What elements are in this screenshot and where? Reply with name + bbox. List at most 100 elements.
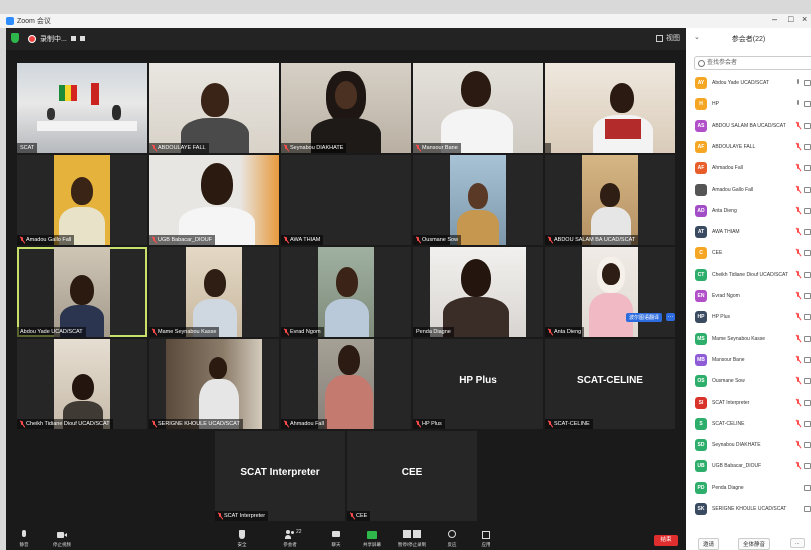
video-tile[interactable]: Seynabou DIAKHATE	[281, 63, 411, 153]
video-tile[interactable]: UGB Babacar_DIOUF	[149, 155, 279, 245]
video-tile[interactable]: SCAT Interpreter SCAT Interpreter	[215, 431, 345, 521]
video-tile[interactable]: ABDOULAYE FALL	[149, 63, 279, 153]
video-camera-icon[interactable]	[804, 229, 811, 236]
video-camera-icon[interactable]	[804, 186, 811, 193]
video-tile[interactable]: Ousmane Sow	[413, 155, 543, 245]
video-tile[interactable]: ABDOU SALAM BA UCAD/SCAT	[545, 155, 675, 245]
mic-icon[interactable]	[796, 79, 801, 87]
participant-row[interactable]: Amadou Gallo Fall	[686, 181, 811, 199]
muted-mic-icon[interactable]	[796, 164, 801, 172]
reactions-button[interactable]: 反应	[434, 530, 470, 548]
mic-icon[interactable]	[796, 100, 801, 108]
video-camera-icon[interactable]	[804, 207, 811, 214]
security-shield-icon[interactable]	[11, 33, 19, 43]
video-tile[interactable]: HP Plus HP Plus	[413, 339, 543, 429]
video-tile[interactable]: SCAT	[17, 63, 147, 153]
chat-button[interactable]: 聊天	[318, 530, 354, 548]
video-tile[interactable]: Amadou Gallo Fall	[17, 155, 147, 245]
muted-mic-icon[interactable]	[796, 249, 801, 257]
muted-mic-icon[interactable]	[796, 334, 801, 343]
video-camera-icon[interactable]	[804, 143, 811, 150]
participant-row[interactable]: CT Cheikh Tidiane Diouf UCAD/SCAT	[686, 266, 811, 284]
muted-mic-icon[interactable]	[796, 121, 801, 130]
mute-button[interactable]: 静音	[6, 530, 42, 548]
stop-recording-icon[interactable]	[79, 36, 85, 41]
video-camera-icon[interactable]	[804, 506, 811, 512]
video-camera-icon[interactable]	[804, 484, 811, 491]
muted-mic-icon[interactable]	[796, 270, 801, 279]
video-tile[interactable]: SERIGNE KHOULE UCAD/SCAT	[149, 339, 279, 429]
video-camera-icon[interactable]	[804, 378, 811, 385]
participant-row[interactable]: AD Anta Dieng	[686, 202, 811, 220]
video-tile[interactable]: Mame Seynabou Kasse	[149, 247, 279, 337]
stop-video-button[interactable]: 停止视频	[44, 530, 80, 548]
participant-row[interactable]: AT AWA THIAM	[686, 223, 811, 241]
video-camera-icon[interactable]	[804, 101, 811, 108]
participant-row[interactable]: AS ABDOU SALAM BA UCAD/SCAT	[686, 117, 811, 135]
muted-mic-icon[interactable]	[796, 142, 801, 151]
participant-row[interactable]: H HP	[686, 95, 811, 113]
video-camera-icon[interactable]	[804, 442, 811, 449]
participant-row[interactable]: SK SERIGNE KHOULE UCAD/SCAT	[686, 500, 811, 518]
video-camera-icon[interactable]	[804, 271, 811, 278]
pause-recording-icon[interactable]	[70, 36, 76, 41]
muted-mic-icon[interactable]	[796, 377, 801, 385]
minimize-button[interactable]: –	[772, 14, 777, 24]
participant-row[interactable]: AF ABDOULAYE FALL	[686, 138, 811, 156]
video-tile[interactable]: Evrad Ngom	[281, 247, 411, 337]
video-camera-icon[interactable]	[804, 122, 811, 129]
participant-row[interactable]: UB UGB Babacar_DIOUF	[686, 457, 811, 475]
video-tile[interactable]: Penda Diagne	[413, 247, 543, 337]
participant-row[interactable]: MB Mansour Bane	[686, 351, 811, 369]
video-tile[interactable]	[545, 63, 675, 153]
share-screen-button[interactable]: 共享屏幕	[354, 530, 390, 548]
video-camera-icon[interactable]	[804, 250, 811, 257]
view-button[interactable]: 视图	[656, 33, 680, 43]
participant-search-input[interactable]: 查找参会者	[694, 56, 811, 70]
muted-mic-icon[interactable]	[796, 185, 801, 194]
video-tile[interactable]: Mansour Bane	[413, 63, 543, 153]
video-tile[interactable]: Cheikh Tidiane Diouf UCAD/SCAT	[17, 339, 147, 429]
participants-button[interactable]: 22 参会者	[272, 529, 308, 548]
muted-mic-icon[interactable]	[796, 398, 801, 407]
muted-mic-icon[interactable]	[796, 206, 801, 215]
video-camera-icon[interactable]	[804, 314, 811, 321]
recording-controls-button[interactable]: 暂停/停止录制	[394, 530, 430, 548]
video-tile[interactable]: SCAT-CELINE SCAT-CELINE	[545, 339, 675, 429]
mute-all-button[interactable]: 全体静音	[738, 538, 771, 550]
participant-row[interactable]: HP HP Plus	[686, 308, 811, 326]
apps-button[interactable]: 应用	[468, 530, 504, 548]
muted-mic-icon[interactable]	[796, 313, 801, 321]
video-camera-icon[interactable]	[804, 335, 811, 342]
participant-row[interactable]: C CEE	[686, 244, 811, 262]
video-tile[interactable]: Anta Dieng	[545, 247, 675, 337]
video-camera-icon[interactable]	[804, 165, 811, 172]
more-icon[interactable]: …	[666, 313, 675, 321]
participant-row[interactable]: EN Evrad Ngom	[686, 287, 811, 305]
close-button[interactable]: ×	[802, 14, 807, 24]
participant-row[interactable]: SI SCAT Interpreter	[686, 394, 811, 412]
participant-row[interactable]: OS Ousmane Sow	[686, 372, 811, 390]
participant-row[interactable]: MS Mame Seynabou Kasse	[686, 330, 811, 348]
participant-row[interactable]: AF Ahmadou Fall	[686, 159, 811, 177]
security-button[interactable]: 安全	[224, 530, 260, 548]
muted-mic-icon[interactable]	[796, 462, 801, 470]
restore-button[interactable]: □	[788, 14, 793, 24]
end-meeting-button[interactable]: 结束	[654, 535, 678, 546]
participant-row[interactable]: S SCAT-CELINE	[686, 415, 811, 433]
more-options-button[interactable]: ...	[790, 538, 805, 548]
participant-row[interactable]: PD Penda Diagne	[686, 479, 811, 497]
interpretation-badge[interactable]: 波尔图语翻译	[626, 313, 663, 322]
video-camera-icon[interactable]	[804, 399, 811, 406]
muted-mic-icon[interactable]	[796, 355, 801, 364]
participant-row[interactable]: SD Seynabou DIAKHATE	[686, 436, 811, 454]
participant-row[interactable]: AY Abdou Yade UCAD/SCAT	[686, 74, 811, 92]
video-camera-icon[interactable]	[804, 420, 811, 427]
video-camera-icon[interactable]	[804, 293, 811, 299]
muted-mic-icon[interactable]	[796, 292, 801, 300]
invite-button[interactable]: 邀请	[698, 538, 720, 550]
video-tile[interactable]: AWA THIAM	[281, 155, 411, 245]
video-tile[interactable]: CEE CEE	[347, 431, 477, 521]
video-tile[interactable]: Ahmadou Fall	[281, 339, 411, 429]
muted-mic-icon[interactable]	[796, 419, 801, 428]
